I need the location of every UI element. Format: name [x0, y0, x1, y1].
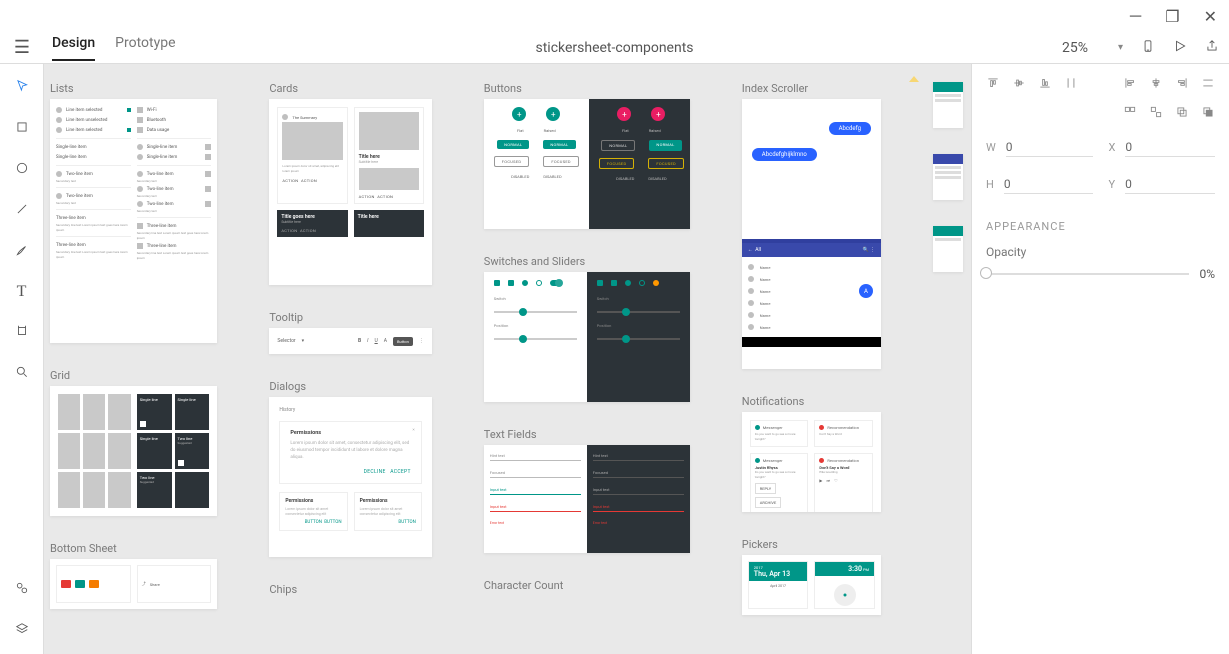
artboard-label-pickers[interactable]: Pickers — [742, 538, 881, 551]
artboard-label-grid[interactable]: Grid — [50, 369, 217, 382]
artboard-cards[interactable]: The Summary Lorem ipsum dolor sit amet, … — [269, 99, 431, 285]
artboard-label-chips[interactable]: Chips — [269, 583, 431, 596]
align-hcenter-icon[interactable] — [1149, 76, 1163, 93]
align-right-icon[interactable] — [1175, 76, 1189, 93]
artboard-grid[interactable]: Single line Single line Single line Two … — [50, 386, 217, 516]
subtract-icon[interactable] — [1175, 105, 1189, 122]
rectangle-tool-icon[interactable] — [15, 119, 29, 138]
artboard-label-index[interactable]: Index Scroller — [742, 82, 881, 95]
align-vcenter-icon[interactable] — [1012, 76, 1026, 93]
align-left-icon[interactable] — [1123, 76, 1137, 93]
add-icon[interactable] — [1149, 105, 1163, 122]
window-maximize[interactable]: ❐ — [1165, 7, 1179, 26]
opacity-slider[interactable] — [986, 273, 1189, 275]
align-top-icon[interactable] — [986, 76, 1000, 93]
zoom-dropdown[interactable]: 25% — [1062, 40, 1123, 56]
artboard-label-dialogs[interactable]: Dialogs — [269, 380, 431, 393]
distribute-h-icon[interactable] — [1201, 76, 1215, 93]
artboard-mini-3[interactable] — [933, 226, 963, 272]
window-close[interactable]: ✕ — [1204, 7, 1217, 26]
artboard-pickers[interactable]: 2017Thu, Apr 13 April 2017 3:30 PM — [742, 555, 881, 615]
device-preview-icon[interactable] — [1141, 39, 1155, 57]
tab-design[interactable]: Design — [52, 35, 95, 61]
distribute-v-icon[interactable] — [1064, 76, 1078, 93]
hamburger-menu-icon[interactable]: ☰ — [0, 37, 44, 58]
artboard-mini-2[interactable] — [933, 154, 963, 200]
artboard-label-cards[interactable]: Cards — [269, 82, 431, 95]
opacity-label: Opacity — [986, 245, 1215, 259]
align-bottom-icon[interactable] — [1038, 76, 1052, 93]
tab-prototype[interactable]: Prototype — [115, 35, 175, 61]
window-minimize[interactable]: ─ — [1130, 6, 1141, 26]
artboard-switches[interactable]: Switch Position Switch Position — [484, 272, 690, 402]
properties-panel: W0 X0 H0 Y0 APPEARANCE Opacity 0% — [971, 64, 1229, 654]
layers-icon[interactable] — [15, 621, 29, 640]
document-title: stickersheet-components — [535, 40, 693, 56]
artboard-label-bottomsheet[interactable]: Bottom Sheet — [50, 542, 217, 555]
text-tool-icon[interactable]: T — [17, 283, 27, 301]
artboard-bottomsheet[interactable]: ⤴Share — [50, 559, 217, 609]
artboard-label-tooltip[interactable]: Tooltip — [269, 311, 431, 324]
play-preview-icon[interactable] — [1173, 39, 1187, 57]
artboard-buttons[interactable]: ++ FlatRaised NORMALNORMAL FOCUSEDFOCUSE… — [484, 99, 690, 229]
opacity-value: 0% — [1199, 267, 1215, 281]
artboard-notifications[interactable]: MessengerDo you want to go see a movie t… — [742, 412, 881, 512]
artboard-label-lists[interactable]: Lists — [50, 82, 217, 95]
artboard-lists[interactable]: Line item selected Line item unselected … — [50, 99, 217, 343]
pen-tool-icon[interactable] — [15, 242, 29, 261]
artboard-label-textfields[interactable]: Text Fields — [484, 428, 690, 441]
width-input[interactable]: 0 — [1006, 140, 1093, 157]
artboard-tooltip[interactable]: Selector▾ B I U A Button ⋮ — [269, 328, 431, 354]
ellipse-tool-icon[interactable] — [15, 160, 29, 179]
artboard-label-charcount[interactable]: Character Count — [484, 579, 690, 592]
height-input[interactable]: 0 — [1004, 177, 1093, 194]
artboard-dialogs[interactable]: History × Permissions Lorem ipsum dolor … — [269, 397, 431, 557]
share-icon[interactable] — [1205, 39, 1219, 57]
artboard-label-switches[interactable]: Switches and Sliders — [484, 255, 690, 268]
repeat-grid-icon[interactable] — [1123, 105, 1137, 122]
intersect-icon[interactable] — [1201, 105, 1215, 122]
design-canvas[interactable]: Lists Line item selected Line item unsel… — [44, 64, 971, 654]
x-input[interactable]: 0 — [1125, 140, 1215, 157]
artboard-textfields[interactable]: Hint text Focused Input text Input text … — [484, 445, 690, 553]
select-tool-icon[interactable] — [15, 78, 29, 97]
appearance-section-header: APPEARANCE — [986, 220, 1215, 233]
artboard-tool-icon[interactable] — [15, 323, 29, 342]
artboard-label-buttons[interactable]: Buttons — [484, 82, 690, 95]
artboard-index-scroller[interactable]: Abcdefg Abcdefghijklmno ← All🔍 ⋮ Name Na… — [742, 99, 881, 369]
artboard-label-notifications[interactable]: Notifications — [742, 395, 881, 408]
y-input[interactable]: 0 — [1125, 177, 1215, 194]
line-tool-icon[interactable] — [15, 201, 29, 220]
symbols-icon[interactable] — [15, 580, 29, 599]
zoom-tool-icon[interactable] — [15, 364, 29, 383]
artboard-mini-1[interactable] — [933, 82, 963, 128]
